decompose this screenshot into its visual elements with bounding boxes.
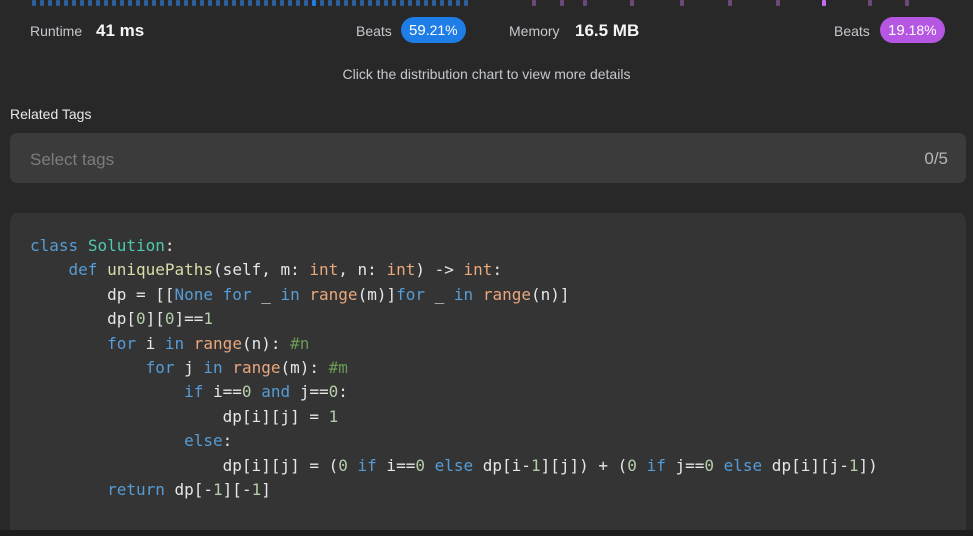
runtime-beats-decimal: .21% (425, 22, 458, 38)
runtime-distribution-bar (256, 0, 260, 6)
memory-distribution-bar (583, 0, 587, 6)
code-block[interactable]: class Solution: def uniquePaths(self, m:… (10, 213, 966, 536)
runtime-distribution-bar (176, 0, 180, 6)
runtime-distribution-bar (80, 0, 84, 6)
code-line: return dp[-1][-1] (107, 480, 271, 500)
runtime-distribution-bar (144, 0, 148, 6)
runtime-distribution-bar (400, 0, 404, 6)
tag-count: 0/5 (924, 149, 948, 168)
runtime-distribution-bar (32, 0, 36, 6)
tag-select-input[interactable]: Select tags 0/5 (10, 133, 966, 183)
memory-beats-label: Beats (834, 23, 870, 39)
runtime-distribution-bar (264, 0, 268, 6)
runtime-distribution-bar (384, 0, 388, 6)
runtime-distribution-bar (336, 0, 340, 6)
code-line: class Solution: (30, 236, 175, 255)
memory-label: Memory (509, 23, 560, 39)
runtime-beats-badge: 59.21% (401, 17, 466, 43)
runtime-label: Runtime (30, 23, 83, 39)
code-text[interactable]: class Solution: def uniquePaths(self, m:… (30, 234, 878, 502)
runtime-distribution-bar (192, 0, 196, 6)
code-line: else: (184, 431, 233, 451)
runtime-distribution-bar (440, 0, 444, 6)
runtime-distribution-bar (240, 0, 244, 6)
memory-distribution-bar (728, 0, 732, 6)
memory-distribution-bar (822, 0, 826, 6)
runtime-distribution-bar (48, 0, 52, 6)
runtime-distribution-bar (112, 0, 116, 6)
code-line: def uniquePaths(self, m: int, n: int) ->… (68, 260, 503, 280)
distribution-hint: Click the distribution chart to view mor… (342, 66, 631, 82)
runtime-distribution-bar (424, 0, 428, 6)
code-line: for i in range(n): #n (107, 333, 310, 353)
memory-distribution-bar (776, 0, 780, 6)
runtime-distribution-bar (280, 0, 284, 6)
runtime-distribution-bar (160, 0, 164, 6)
runtime-distribution-bar (232, 0, 236, 6)
runtime-distribution-bar (272, 0, 276, 6)
memory-value: 16.5 MB (575, 21, 640, 40)
runtime-distribution-bar (128, 0, 132, 6)
runtime-distribution-bar (408, 0, 412, 6)
code-line: dp[0][0]==1 (107, 309, 214, 329)
runtime-distribution-bar (328, 0, 332, 6)
runtime-distribution-bar (296, 0, 300, 6)
runtime-distribution-bar (184, 0, 188, 6)
runtime-distribution-bar (152, 0, 156, 6)
runtime-distribution-bar (344, 0, 348, 6)
memory-distribution-bar (905, 0, 909, 6)
distribution-chart[interactable] (0, 0, 973, 6)
related-tags-label: Related Tags (10, 106, 92, 122)
runtime-distribution-bar (56, 0, 60, 6)
code-line: dp[i][j] = (0 if i==0 else dp[i-1][j]) +… (222, 455, 878, 475)
runtime-distribution-bar (312, 0, 316, 6)
code-line: dp = [[None for _ in range(m)]for _ in r… (107, 284, 570, 304)
code-line: for j in range(m): #m (145, 358, 348, 378)
runtime-distribution-bar (120, 0, 124, 6)
runtime-distribution-bar (136, 0, 140, 6)
submission-stats: Runtime 41 ms Beats 59.21% Memory 16.5 M… (0, 17, 973, 45)
runtime-distribution-bar (168, 0, 172, 6)
memory-distribution-bar (560, 0, 564, 6)
memory-beats-int: 19 (888, 22, 905, 39)
memory-distribution-bar (532, 0, 536, 6)
code-line: if i==0 and j==0: (184, 382, 348, 402)
runtime-distribution-bar (352, 0, 356, 6)
runtime-distribution-bar (392, 0, 396, 6)
runtime-distribution-bar (464, 0, 468, 6)
runtime-value: 41 ms (96, 21, 145, 40)
code-line: dp[i][j] = 1 (222, 406, 339, 426)
bottom-strip (0, 530, 973, 536)
runtime-distribution-bar (320, 0, 324, 6)
runtime-distribution-bar (456, 0, 460, 6)
runtime-distribution-bar (248, 0, 252, 6)
runtime-distribution-bar (96, 0, 100, 6)
runtime-distribution-bar (40, 0, 44, 6)
runtime-beats-int: 59 (409, 22, 426, 39)
memory-beats-decimal: .18% (904, 22, 937, 38)
memory-beats-badge: 19.18% (880, 17, 945, 43)
runtime-distribution-bar (200, 0, 204, 6)
runtime-distribution-bar (216, 0, 220, 6)
runtime-distribution-bar (376, 0, 380, 6)
runtime-distribution-bar (360, 0, 364, 6)
runtime-distribution-bar (208, 0, 212, 6)
runtime-distribution-bar (104, 0, 108, 6)
memory-distribution-bar (680, 0, 684, 6)
runtime-distribution-bar (88, 0, 92, 6)
runtime-distribution-bar (304, 0, 308, 6)
runtime-distribution-bar (416, 0, 420, 6)
memory-distribution-bar (868, 0, 872, 6)
runtime-distribution-bar (72, 0, 76, 6)
tag-select-placeholder: Select tags (30, 150, 115, 169)
memory-distribution-bar (630, 0, 634, 6)
runtime-distribution-bar (64, 0, 68, 6)
runtime-beats-label: Beats (356, 23, 392, 39)
runtime-distribution-bar (432, 0, 436, 6)
runtime-distribution-bar (368, 0, 372, 6)
runtime-distribution-bar (448, 0, 452, 6)
runtime-distribution-bar (288, 0, 292, 6)
runtime-distribution-bar (224, 0, 228, 6)
